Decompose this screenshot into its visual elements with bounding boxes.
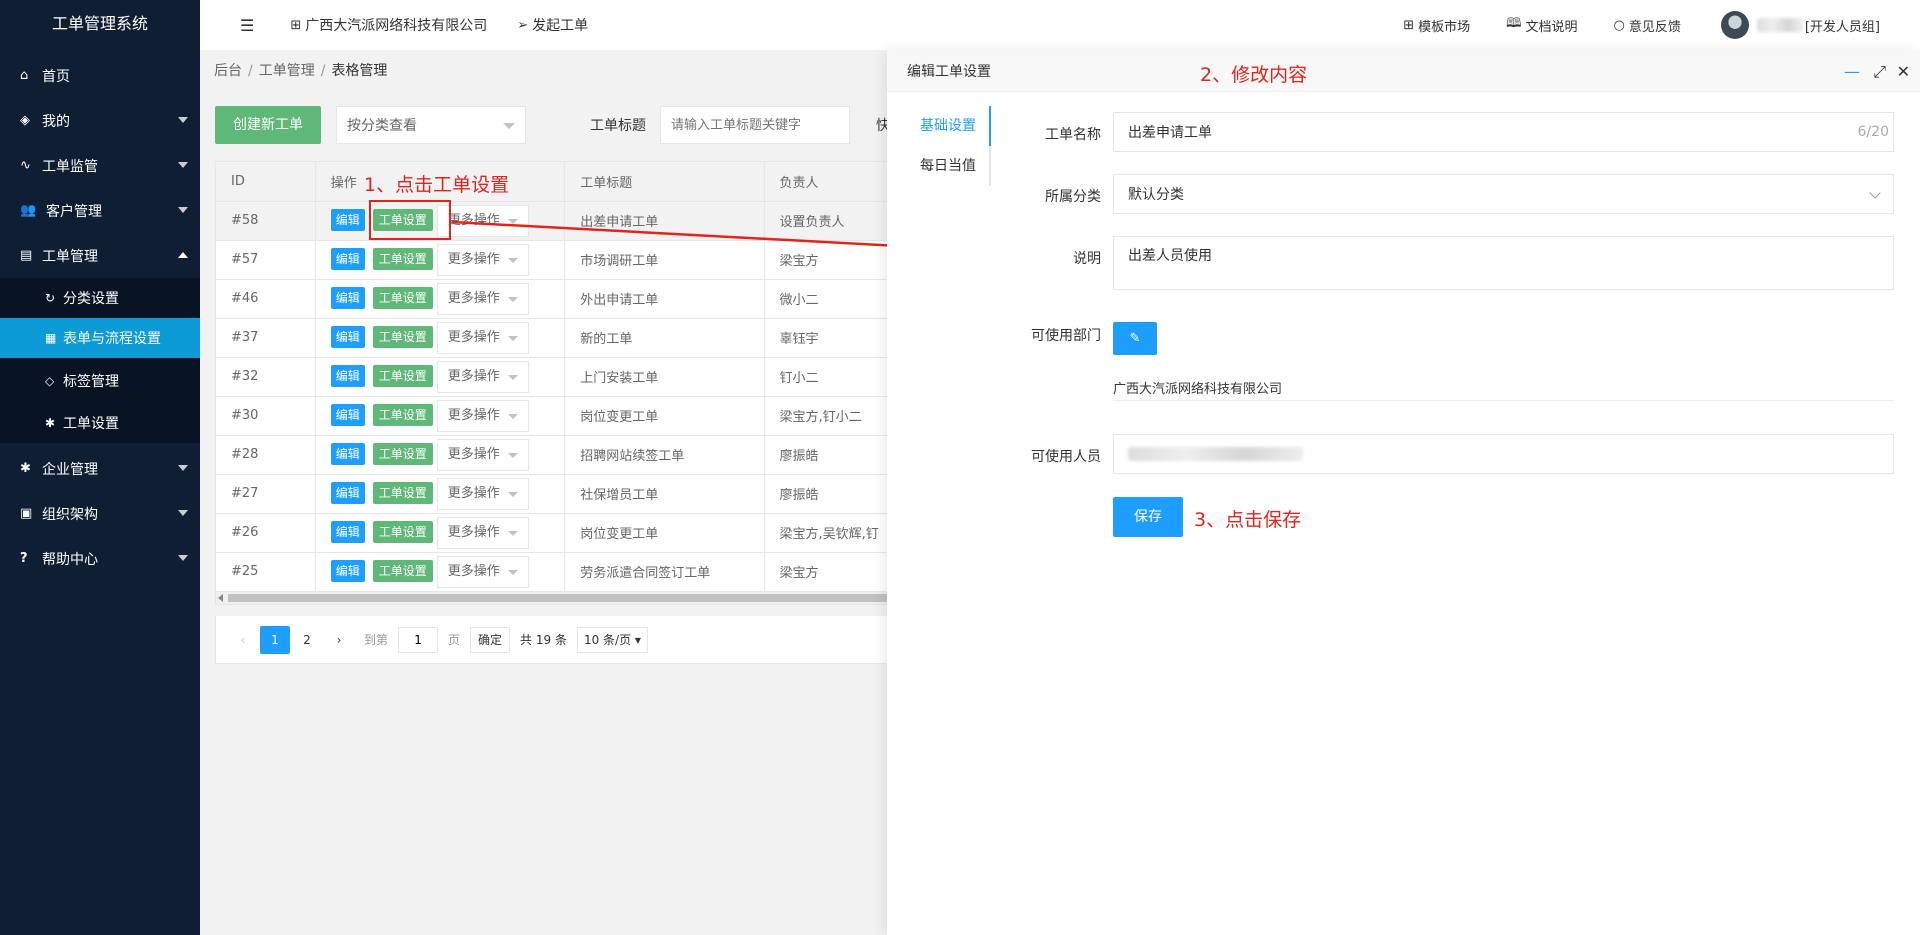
minimize-icon[interactable]: —: [1844, 62, 1860, 81]
tab-daily-duty[interactable]: 每日当值: [907, 146, 989, 186]
category-value: 默认分类: [1128, 187, 1184, 203]
category-select[interactable]: 默认分类: [1113, 174, 1894, 214]
ticket-name-value: 出差申请工单: [1128, 125, 1212, 141]
name-label: 工单名称: [1045, 127, 1101, 143]
annotation-step3: 3、点击保存: [1194, 509, 1302, 531]
annotation-step2: 2、修改内容: [1200, 64, 1308, 86]
drawer-header: 编辑工单设置 — ⤢ ✕: [887, 50, 1920, 92]
chevron-down-icon: [1869, 187, 1881, 199]
category-label: 所属分类: [1045, 189, 1101, 205]
users-label: 可使用人员: [1031, 449, 1101, 465]
department-value: 广西大汽派网络科技有限公司: [1113, 382, 1283, 397]
pencil-icon: ✎: [1129, 331, 1141, 346]
close-icon[interactable]: ✕: [1897, 62, 1910, 81]
char-counter: 6/20: [1857, 124, 1889, 140]
maximize-icon[interactable]: ⤢: [1873, 62, 1886, 82]
description-textarea[interactable]: 出差人员使用: [1113, 236, 1894, 290]
description-value: 出差人员使用: [1128, 248, 1212, 264]
divider: [1113, 400, 1894, 401]
drawer-tabs: 基础设置 每日当值: [907, 106, 991, 186]
drawer-title: 编辑工单设置: [907, 63, 991, 80]
users-value-redacted: [1128, 447, 1303, 461]
edit-settings-drawer: 编辑工单设置 — ⤢ ✕ 2、修改内容 基础设置 每日当值 工单名称 出差申请工…: [887, 50, 1920, 935]
users-input[interactable]: [1113, 434, 1894, 474]
save-button[interactable]: 保存: [1113, 497, 1183, 537]
description-label: 说明: [1073, 251, 1101, 267]
edit-departments-button[interactable]: ✎: [1113, 322, 1157, 355]
ticket-name-input[interactable]: 出差申请工单 6/20: [1113, 112, 1894, 152]
departments-label: 可使用部门: [1031, 328, 1101, 344]
